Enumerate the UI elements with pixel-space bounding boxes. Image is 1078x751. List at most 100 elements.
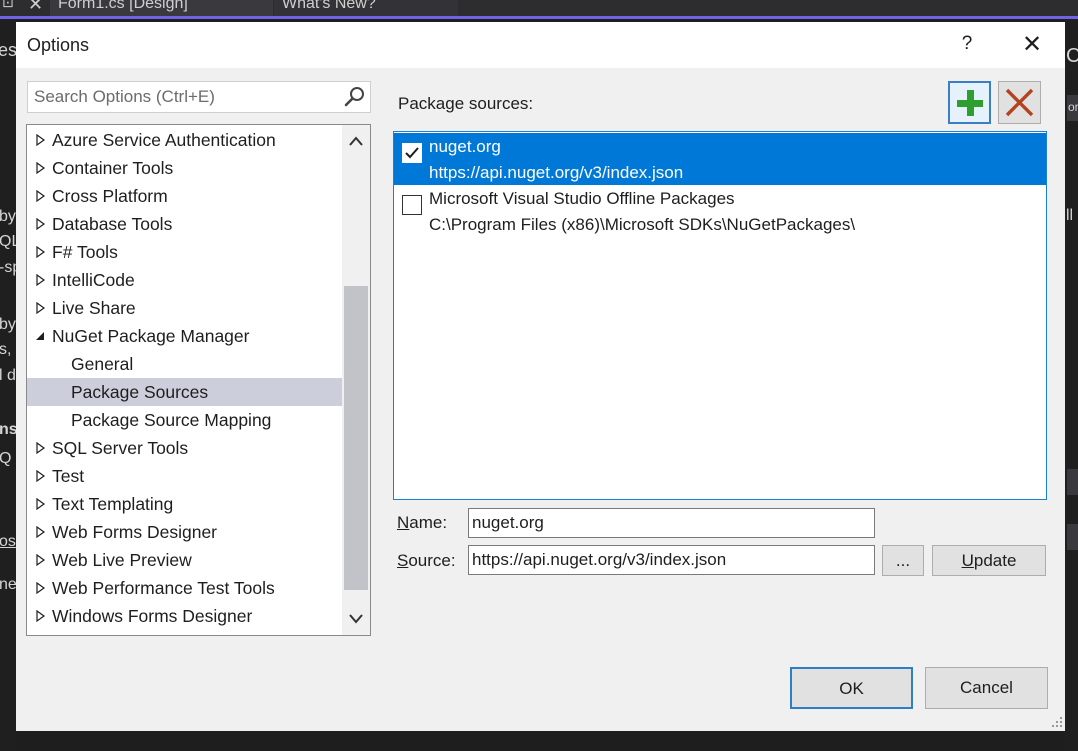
collapsed-arrow-icon[interactable]	[35, 574, 47, 602]
ide-text-fragment: ll	[1066, 207, 1074, 224]
tree-item[interactable]: Text Templating	[27, 490, 342, 518]
tree-item-label: Text Templating	[52, 494, 174, 514]
source-name: nuget.org	[429, 137, 501, 156]
tree-item-label: Live Share	[52, 298, 136, 318]
tree-scrollbar[interactable]	[342, 125, 370, 635]
scroll-thumb[interactable]	[344, 286, 368, 590]
ide-right-box	[1067, 469, 1078, 495]
tree-item-label: Web Performance Test Tools	[52, 578, 275, 598]
collapsed-arrow-icon[interactable]	[35, 210, 47, 238]
collapsed-arrow-icon[interactable]	[35, 266, 47, 294]
collapsed-arrow-icon[interactable]	[35, 462, 47, 490]
ide-right-panel: C ore ll	[1065, 19, 1078, 751]
scroll-down-icon[interactable]	[342, 605, 370, 633]
source-label: Source:	[397, 551, 456, 570]
tree-item[interactable]: Web Forms Designer	[27, 518, 342, 546]
name-label: Name:	[397, 513, 448, 532]
tree-item[interactable]: Azure Service Authentication	[27, 126, 342, 154]
collapsed-arrow-icon[interactable]	[35, 546, 47, 574]
package-source-item[interactable]: nuget.org https://api.nuget.org/v3/index.…	[394, 133, 1046, 185]
collapsed-arrow-icon[interactable]	[35, 154, 47, 182]
ide-text-fragment: by	[0, 316, 16, 333]
tree-item-label: Package Source Mapping	[71, 410, 272, 430]
ide-tab-form-design[interactable]: Form1.cs [Design]	[50, 0, 273, 16]
ide-accent-bar	[0, 16, 1078, 19]
options-tree[interactable]: Azure Service Authentication Container To…	[26, 124, 371, 636]
search-icon[interactable]	[344, 86, 366, 108]
package-sources-label: Package sources:	[398, 94, 534, 113]
source-checkbox[interactable]	[402, 195, 422, 215]
red-x-icon	[1005, 88, 1034, 117]
ide-text-fragment: Q e	[0, 450, 16, 467]
package-source-item[interactable]: Microsoft Visual Studio Offline Packages…	[394, 185, 1046, 237]
collapsed-arrow-icon[interactable]	[35, 294, 47, 322]
dialog-title-bar[interactable]: Options ? ✕	[16, 22, 1065, 68]
tree-item-label: Database Tools	[52, 214, 173, 234]
source-input[interactable]	[472, 549, 867, 571]
cancel-button[interactable]: Cancel	[925, 667, 1048, 709]
tree-item-label: General	[71, 354, 134, 374]
green-plus-icon	[957, 90, 983, 116]
tree-item[interactable]: Container Tools	[27, 154, 342, 182]
ide-text-fragment: ner	[0, 576, 16, 593]
ide-tab-close-icon[interactable]: ✕	[28, 0, 43, 15]
ide-tab-whats-new[interactable]: What's New?	[274, 0, 458, 16]
tree-item[interactable]: Package Sources	[27, 378, 342, 406]
collapsed-arrow-icon[interactable]	[35, 182, 47, 210]
package-sources-list[interactable]: nuget.org https://api.nuget.org/v3/index.…	[393, 131, 1047, 500]
resize-grip-icon[interactable]	[1051, 716, 1063, 728]
ide-pin-icon[interactable]: ⊡	[2, 0, 14, 11]
tree-item[interactable]: SQL Server Tools	[27, 434, 342, 462]
search-box[interactable]	[27, 81, 371, 113]
scroll-up-icon[interactable]	[342, 127, 370, 155]
tree-item[interactable]: IntelliCode	[27, 266, 342, 294]
tree-item[interactable]: Test	[27, 462, 342, 490]
tree-item[interactable]: Live Share	[27, 294, 342, 322]
tree-item-label: Cross Platform	[52, 186, 168, 206]
tree-item[interactable]: NuGet Package Manager	[27, 322, 342, 350]
expanded-arrow-icon[interactable]	[35, 322, 47, 350]
tree-item[interactable]: Web Performance Test Tools	[27, 574, 342, 602]
ide-text-fragment: C	[1066, 45, 1078, 67]
tree-item-label: NuGet Package Manager	[52, 326, 250, 346]
collapsed-arrow-icon[interactable]	[35, 434, 47, 462]
tree-item[interactable]: Cross Platform	[27, 182, 342, 210]
name-field[interactable]	[468, 508, 875, 538]
collapsed-arrow-icon[interactable]	[35, 602, 47, 630]
ide-text-fragment: os	[0, 533, 16, 550]
browse-button[interactable]: ...	[882, 545, 924, 576]
search-input[interactable]	[34, 85, 334, 109]
ide-text-fragment: es	[0, 40, 16, 60]
tree-item-label: SQL Server Tools	[52, 438, 189, 458]
tree-item[interactable]: F# Tools	[27, 238, 342, 266]
tree-item-label: Azure Service Authentication	[52, 130, 276, 150]
ide-text-fragment: l d	[0, 367, 16, 384]
close-button[interactable]: ✕	[1020, 30, 1044, 59]
ide-text-fragment: -sp	[0, 259, 16, 276]
source-checkbox[interactable]	[402, 143, 422, 163]
name-input[interactable]	[472, 512, 867, 534]
dialog-title: Options	[27, 35, 90, 55]
add-source-button[interactable]	[948, 81, 991, 124]
ide-text-fragment: by	[0, 208, 16, 225]
collapsed-arrow-icon[interactable]	[35, 518, 47, 546]
checkmark-icon	[405, 147, 419, 159]
source-name: Microsoft Visual Studio Offline Packages	[429, 189, 735, 208]
help-button[interactable]: ?	[957, 33, 977, 55]
ok-button[interactable]: OK	[790, 667, 913, 709]
tree-item[interactable]: Windows Forms Designer	[27, 602, 342, 630]
tree-item[interactable]: General	[27, 350, 342, 378]
tree-item-label: Container Tools	[52, 158, 174, 178]
ide-right-box	[1067, 524, 1078, 550]
tree-item[interactable]: Web Live Preview	[27, 546, 342, 574]
tree-item-label: IntelliCode	[52, 270, 135, 290]
collapsed-arrow-icon[interactable]	[35, 238, 47, 266]
options-dialog: Options ? ✕ Azure Service Authentication…	[16, 22, 1065, 731]
remove-source-button[interactable]	[998, 81, 1041, 124]
tree-item[interactable]: Package Source Mapping	[27, 406, 342, 434]
update-button[interactable]: Update	[932, 545, 1046, 576]
collapsed-arrow-icon[interactable]	[35, 126, 47, 154]
source-field[interactable]	[468, 545, 875, 575]
tree-item[interactable]: Database Tools	[27, 210, 342, 238]
collapsed-arrow-icon[interactable]	[35, 490, 47, 518]
